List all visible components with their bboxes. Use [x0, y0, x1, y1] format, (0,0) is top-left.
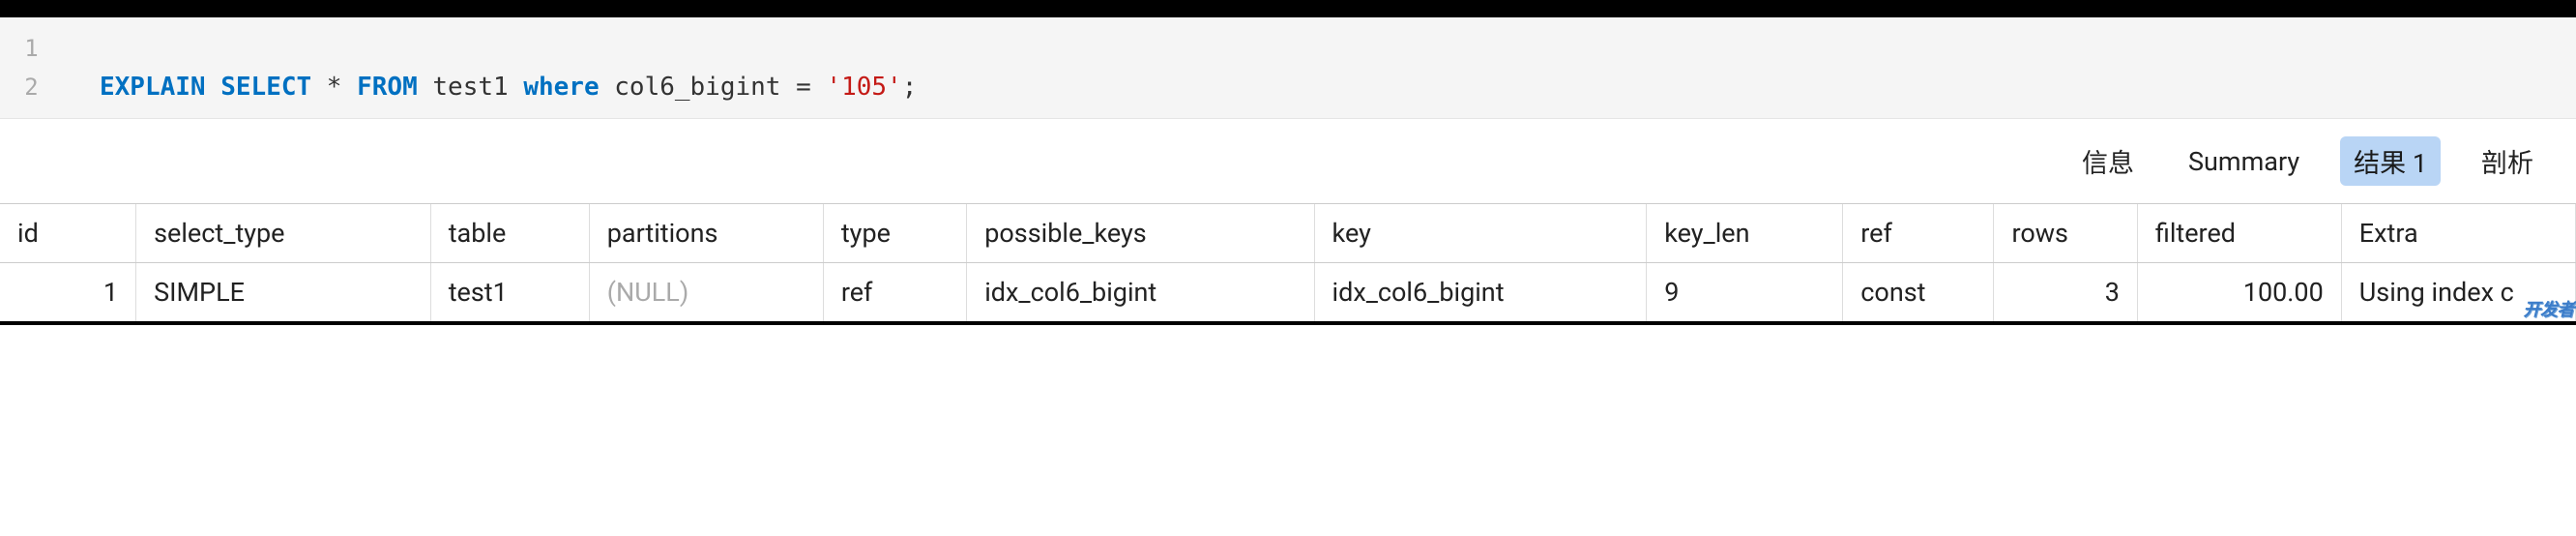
editor-line-1: 1: [0, 29, 2576, 68]
table-header-row: id select_type table partitions type pos…: [0, 204, 2576, 263]
cell-ref: const: [1843, 263, 1994, 322]
result-table-wrap: id select_type table partitions type pos…: [0, 203, 2576, 325]
cell-key_len: 9: [1647, 263, 1843, 322]
col-header-key[interactable]: key: [1314, 204, 1647, 263]
col-header-table[interactable]: table: [430, 204, 589, 263]
gutter-line-number: 2: [0, 68, 63, 106]
cell-type: ref: [823, 263, 966, 322]
result-table: id select_type table partitions type pos…: [0, 204, 2576, 321]
gutter-line-number: 1: [0, 29, 63, 68]
cell-possible_keys: idx_col6_bigint: [967, 263, 1314, 322]
cell-id: 1: [0, 263, 136, 322]
col-header-ref[interactable]: ref: [1843, 204, 1994, 263]
sql-editor[interactable]: 1 2 EXPLAIN SELECT * FROM test1 where co…: [0, 17, 2576, 118]
watermark: 开发者: [2524, 296, 2575, 321]
table-row[interactable]: 1 SIMPLE test1 (NULL) ref idx_col6_bigin…: [0, 263, 2576, 322]
result-tabs: 信息 Summary 结果 1 剖析: [0, 119, 2576, 203]
cell-filtered: 100.00: [2137, 263, 2341, 322]
tab-summary[interactable]: Summary: [2175, 140, 2313, 183]
col-header-rows[interactable]: rows: [1994, 204, 2137, 263]
col-header-possible_keys[interactable]: possible_keys: [967, 204, 1314, 263]
cell-table: test1: [430, 263, 589, 322]
col-header-id[interactable]: id: [0, 204, 136, 263]
cell-select_type: SIMPLE: [136, 263, 431, 322]
col-header-key_len[interactable]: key_len: [1647, 204, 1843, 263]
cell-partitions: (NULL): [589, 263, 823, 322]
editor-line-2: 2 EXPLAIN SELECT * FROM test1 where col6…: [0, 68, 2576, 106]
window-top-bar: [0, 0, 2576, 17]
col-header-Extra[interactable]: Extra: [2341, 204, 2575, 263]
col-header-partitions[interactable]: partitions: [589, 204, 823, 263]
col-header-select_type[interactable]: select_type: [136, 204, 431, 263]
col-header-filtered[interactable]: filtered: [2137, 204, 2341, 263]
cell-key: idx_col6_bigint: [1314, 263, 1647, 322]
col-header-type[interactable]: type: [823, 204, 966, 263]
tab-result-1[interactable]: 结果 1: [2340, 136, 2441, 186]
editor-code: EXPLAIN SELECT * FROM test1 where col6_b…: [63, 68, 917, 106]
tab-info[interactable]: 信息: [2068, 136, 2148, 186]
tab-profile[interactable]: 剖析: [2468, 136, 2547, 186]
cell-rows: 3: [1994, 263, 2137, 322]
